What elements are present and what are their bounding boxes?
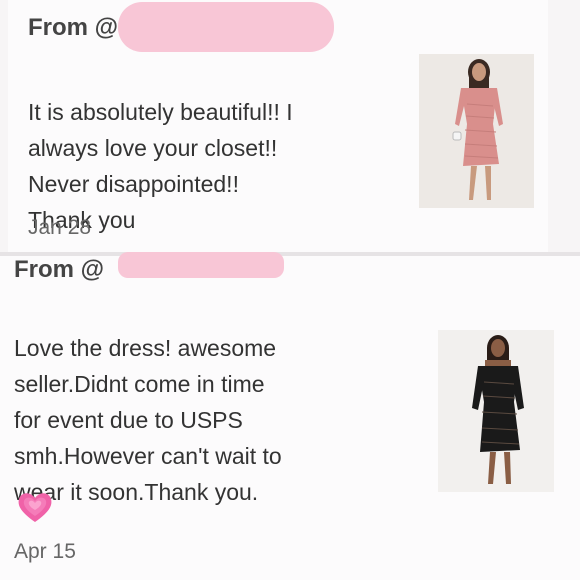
review-date: Jan 28	[28, 216, 92, 239]
growing-heart-icon	[16, 488, 54, 529]
review-card-1: From @ It is absolutely beautiful!! I al…	[8, 0, 548, 304]
review-from: From @	[28, 14, 118, 42]
review-text: Love the dress! awesome seller.Didnt com…	[14, 335, 282, 505]
from-label: From @	[14, 256, 105, 283]
review-date: Apr 15	[14, 540, 76, 563]
product-photo-pink-dress[interactable]	[419, 54, 534, 208]
redacted-username	[118, 2, 334, 52]
redacted-username	[118, 252, 284, 278]
review-message: Love the dress! awesome seller.Didnt com…	[14, 294, 282, 510]
from-label: From @	[28, 14, 119, 41]
review-from: From @	[14, 256, 104, 284]
review-card-2: From @ Love the dress! awesome seller.Di…	[0, 252, 580, 580]
product-photo-black-dress[interactable]	[438, 330, 554, 492]
review-text: It is absolutely beautiful!! I always lo…	[28, 99, 293, 233]
